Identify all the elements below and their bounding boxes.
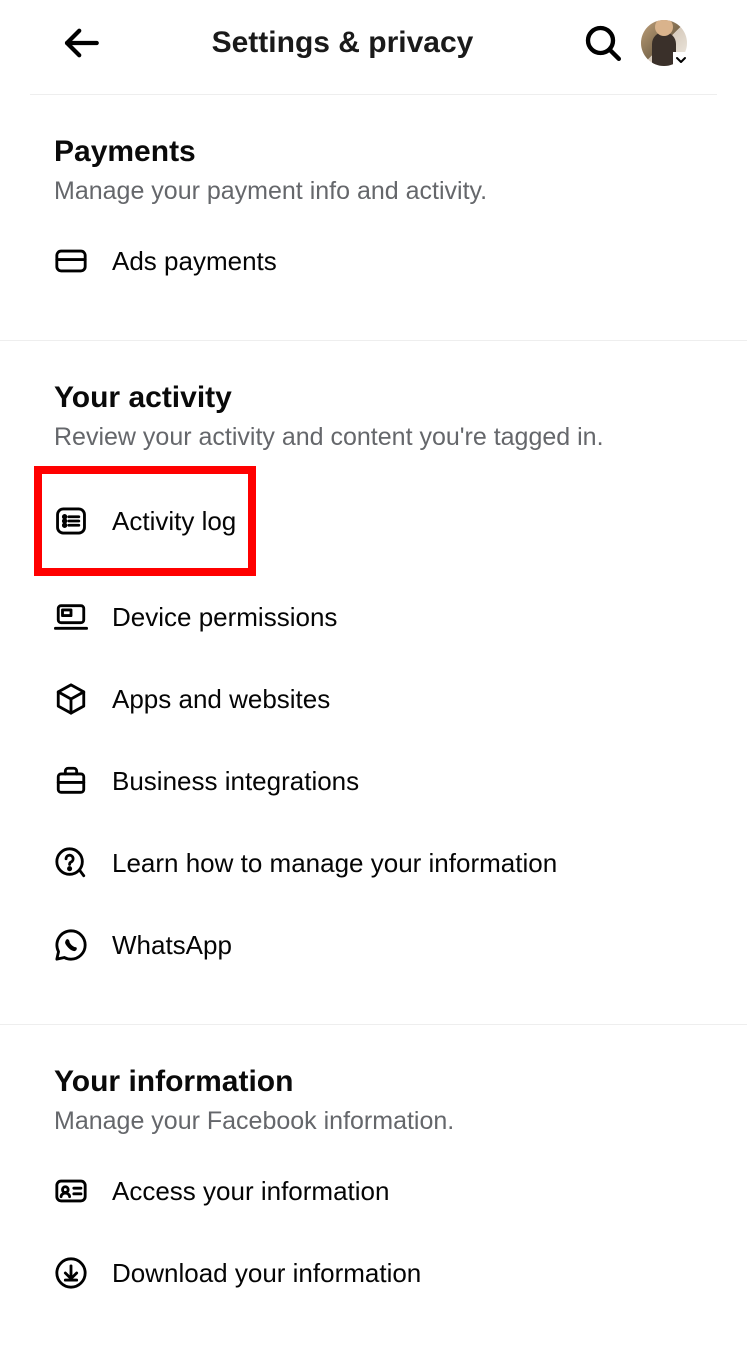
question-bubble-icon [54,846,88,880]
laptop-icon [54,600,88,634]
item-label: Activity log [112,506,236,537]
page-title: Settings & privacy [102,26,583,60]
download-icon [54,1256,88,1290]
section-payments: Payments Manage your payment info and ac… [0,95,747,341]
briefcase-icon [54,764,88,798]
id-card-icon [54,1174,88,1208]
item-label: Business integrations [112,766,359,797]
item-manage-information[interactable]: Learn how to manage your information [54,822,693,904]
back-button[interactable] [60,22,102,64]
section-title: Your information [54,1065,693,1099]
credit-card-icon [54,244,88,278]
item-access-information[interactable]: Access your information [54,1150,693,1232]
item-label: WhatsApp [112,930,232,961]
item-ads-payments[interactable]: Ads payments [54,220,693,302]
arrow-left-icon [60,22,102,64]
section-title: Payments [54,135,693,169]
section-desc: Manage your Facebook information. [54,1107,693,1136]
item-download-information[interactable]: Download your information [54,1232,693,1314]
section-desc: Manage your payment info and activity. [54,177,693,206]
profile-menu[interactable] [641,20,687,66]
list-icon [54,504,88,538]
item-whatsapp[interactable]: WhatsApp [54,904,693,986]
chevron-down-icon [673,52,689,68]
section-desc: Review your activity and content you're … [54,423,693,452]
section-activity: Your activity Review your activity and c… [0,341,747,1025]
item-label: Apps and websites [112,684,330,715]
cube-icon [54,682,88,716]
item-apps-websites[interactable]: Apps and websites [54,658,693,740]
item-activity-log[interactable]: Activity log [54,474,236,568]
item-label: Learn how to manage your information [112,848,557,879]
search-icon [583,23,623,63]
header: Settings & privacy [30,0,717,95]
item-label: Device permissions [112,602,337,633]
item-label: Ads payments [112,246,277,277]
item-device-permissions[interactable]: Device permissions [54,576,693,658]
highlight-annotation: Activity log [34,466,256,576]
item-label: Download your information [112,1258,421,1289]
item-label: Access your information [112,1176,389,1207]
search-button[interactable] [583,23,623,63]
section-your-information: Your information Manage your Facebook in… [0,1025,747,1352]
item-business-integrations[interactable]: Business integrations [54,740,693,822]
whatsapp-icon [54,928,88,962]
section-title: Your activity [54,381,693,415]
